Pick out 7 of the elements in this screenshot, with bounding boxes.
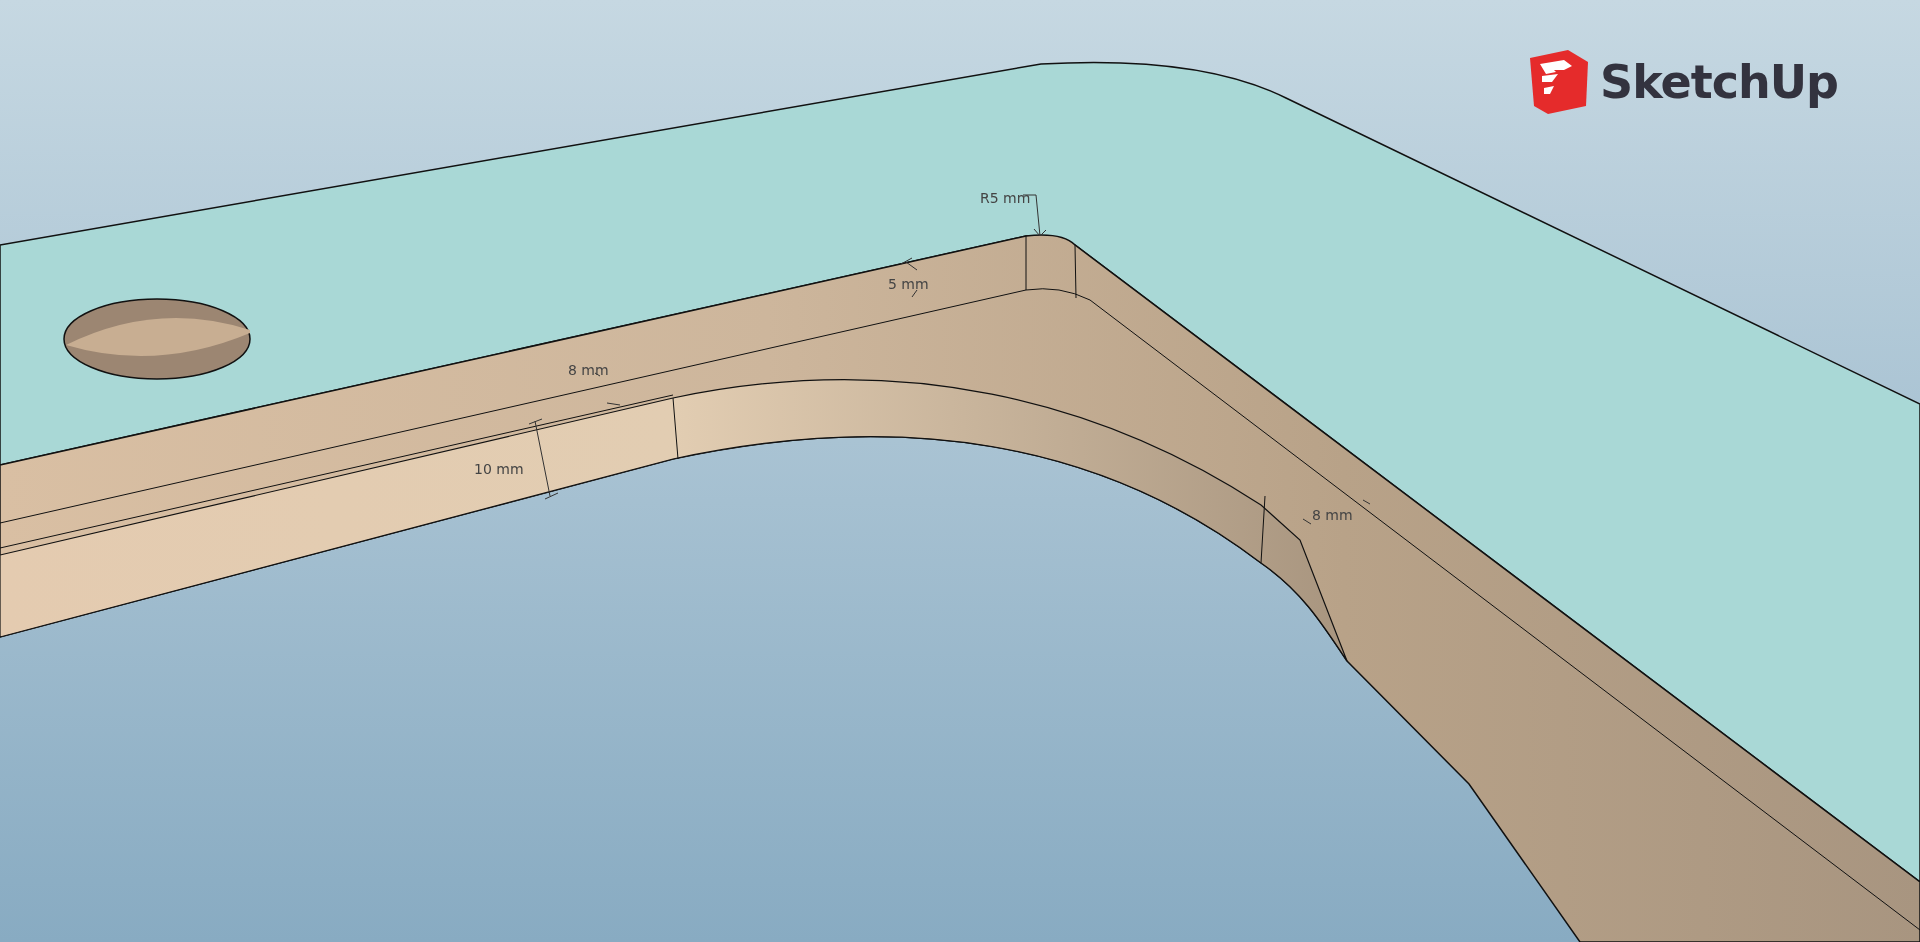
dimension-line (1302, 499, 1371, 525)
dimension-label: 5 mm (888, 276, 929, 292)
dimension-label: 8 mm (568, 362, 609, 378)
dimension-label: R5 mm (980, 190, 1031, 206)
cube-logo-icon (1528, 48, 1590, 116)
dimension-label: 10 mm (474, 461, 524, 477)
dimension-label: 8 mm (1312, 507, 1353, 523)
